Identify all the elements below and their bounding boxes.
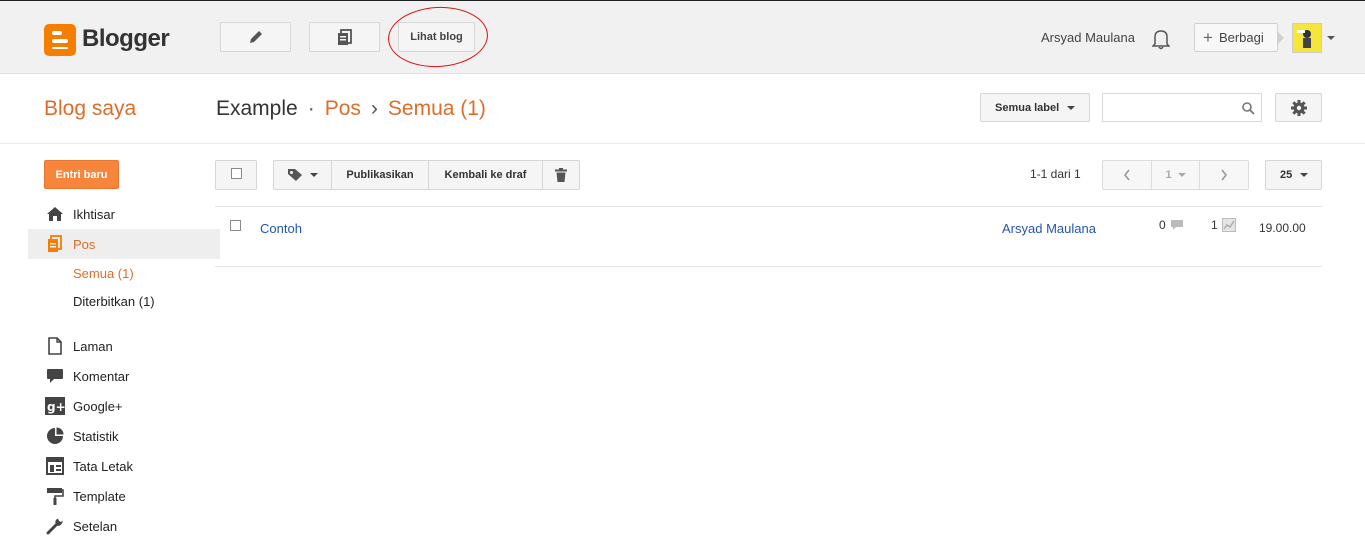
sidebar-subitem-published[interactable]: Diterbitkan (1)	[73, 294, 155, 309]
sidebar-item-label: Pos	[73, 236, 96, 252]
pagination-info: 1-1 dari 1	[1030, 167, 1081, 181]
sidebar-item-label: Ikhtisar	[73, 206, 115, 222]
pencil-icon	[249, 31, 262, 43]
comment-icon	[1170, 220, 1183, 230]
page-icon	[45, 336, 65, 356]
prev-page-button[interactable]	[1103, 161, 1152, 189]
pie-chart-icon	[45, 426, 65, 446]
post-checkbox[interactable]	[230, 220, 241, 231]
checkbox-box	[231, 168, 242, 179]
label-filter-dropdown[interactable]: Semua label	[980, 93, 1090, 122]
chevron-down-icon	[1067, 105, 1076, 110]
chevron-down-icon[interactable]	[1327, 36, 1335, 40]
comment-count-value: 0	[1159, 218, 1166, 232]
new-entry-button[interactable]: Entri baru	[44, 160, 119, 189]
sidebar-item-stats[interactable]: Statistik	[28, 421, 220, 451]
logo-text[interactable]: Blogger	[82, 25, 170, 53]
sidebar-item-comments[interactable]: Komentar	[28, 361, 220, 391]
layout-icon	[45, 456, 65, 476]
post-title-link[interactable]: Contoh	[260, 221, 302, 236]
bulk-actions-toolbar: Publikasikan Kembali ke draf	[273, 160, 580, 190]
per-page-dropdown[interactable]: 25	[1265, 160, 1322, 190]
sidebar-item-label: Statistik	[73, 428, 119, 444]
sidebar-item-label: Google+	[73, 398, 123, 414]
sidebar-item-label: Template	[73, 488, 126, 504]
sidebar-item-google-plus[interactable]: g+ Google+	[28, 391, 220, 421]
sidebar-item-layout[interactable]: Tata Letak	[28, 451, 220, 481]
posts-icon	[45, 234, 65, 254]
divider	[215, 266, 1322, 267]
view-blog-button[interactable]: Lihat blog	[398, 22, 475, 52]
chevron-down-icon	[1177, 173, 1186, 177]
view-count-value: 1	[1211, 218, 1218, 232]
post-author-link[interactable]: Arsyad Maulana	[1002, 221, 1096, 236]
new-post-button[interactable]	[220, 22, 291, 52]
trash-icon	[555, 168, 567, 182]
chevron-down-icon	[1300, 173, 1309, 177]
post-time: 19.00.00	[1259, 221, 1306, 235]
plus-icon: +	[1203, 27, 1213, 47]
sidebar-item-template[interactable]: Template	[28, 481, 220, 511]
chart-icon	[1221, 218, 1236, 232]
sub-header: Blog saya Example · Pos › Semua (1) Semu…	[0, 75, 1365, 144]
comment-icon	[45, 366, 65, 386]
per-page-value: 25	[1280, 169, 1293, 181]
blogger-logo-icon[interactable]	[44, 24, 76, 56]
username[interactable]: Arsyad Maulana	[1041, 30, 1135, 45]
breadcrumb-posts[interactable]: Pos	[325, 97, 361, 121]
page-select[interactable]: 1	[1152, 161, 1201, 189]
search-icon	[1242, 102, 1255, 115]
wrench-icon	[45, 516, 65, 536]
label-dropdown-button[interactable]	[274, 161, 332, 189]
share-label: Berbagi	[1218, 30, 1264, 45]
avatar[interactable]	[1292, 23, 1322, 53]
google-plus-icon: g+	[45, 396, 65, 416]
post-view-count: 1	[1211, 218, 1236, 232]
post-comment-count: 0	[1159, 218, 1184, 232]
next-page-button[interactable]	[1200, 161, 1248, 189]
sidebar-item-overview[interactable]: Ikhtisar	[28, 199, 220, 229]
svg-text:g+: g+	[47, 400, 65, 414]
sidebar-item-label: Laman	[73, 338, 113, 354]
posts-list-button[interactable]	[309, 22, 380, 52]
paint-roller-icon	[45, 486, 65, 506]
sidebar-item-label: Komentar	[73, 368, 130, 384]
blog-name[interactable]: Example	[216, 97, 298, 121]
top-bar: Blogger Lihat blog Arsyad Maulana + Berb…	[0, 0, 1365, 74]
publish-button[interactable]: Publikasikan	[332, 161, 429, 189]
select-all-checkbox[interactable]	[215, 160, 257, 190]
label-filter-text: Semua label	[995, 101, 1060, 114]
gear-icon	[1290, 99, 1307, 116]
divider	[215, 206, 1322, 207]
chevron-down-icon	[310, 173, 318, 177]
tag-icon	[288, 169, 302, 181]
share-button[interactable]: + Berbagi	[1194, 23, 1278, 52]
breadcrumb-filter: Semua (1)	[387, 97, 486, 120]
share-arrow	[1277, 31, 1284, 45]
sidebar-subitem-all[interactable]: Semua (1)	[73, 266, 134, 281]
breadcrumb-dot: ·	[307, 97, 315, 120]
search-input[interactable]	[1102, 93, 1262, 122]
sidebar-item-posts[interactable]: Pos	[28, 229, 220, 259]
breadcrumb-arrow: ›	[370, 97, 378, 120]
sidebar-item-settings[interactable]: Setelan	[28, 511, 220, 541]
breadcrumb: Example · Pos › Semua (1)	[216, 97, 486, 121]
settings-button[interactable]	[1275, 93, 1322, 122]
page-number: 1	[1165, 169, 1172, 181]
sidebar-item-pages[interactable]: Laman	[28, 331, 220, 361]
chevron-left-icon	[1123, 169, 1130, 181]
revert-to-draft-button[interactable]: Kembali ke draf	[429, 161, 543, 189]
chevron-right-icon	[1221, 169, 1228, 181]
sidebar-item-label: Setelan	[73, 518, 118, 534]
sidebar-item-label: Tata Letak	[73, 458, 133, 474]
home-icon	[45, 204, 65, 224]
avatar-image	[1293, 24, 1321, 52]
posts-icon	[337, 29, 352, 45]
my-blogs-link[interactable]: Blog saya	[44, 97, 136, 121]
delete-button[interactable]	[543, 161, 579, 189]
bell-icon[interactable]	[1152, 28, 1170, 50]
pagination: 1	[1102, 160, 1249, 190]
